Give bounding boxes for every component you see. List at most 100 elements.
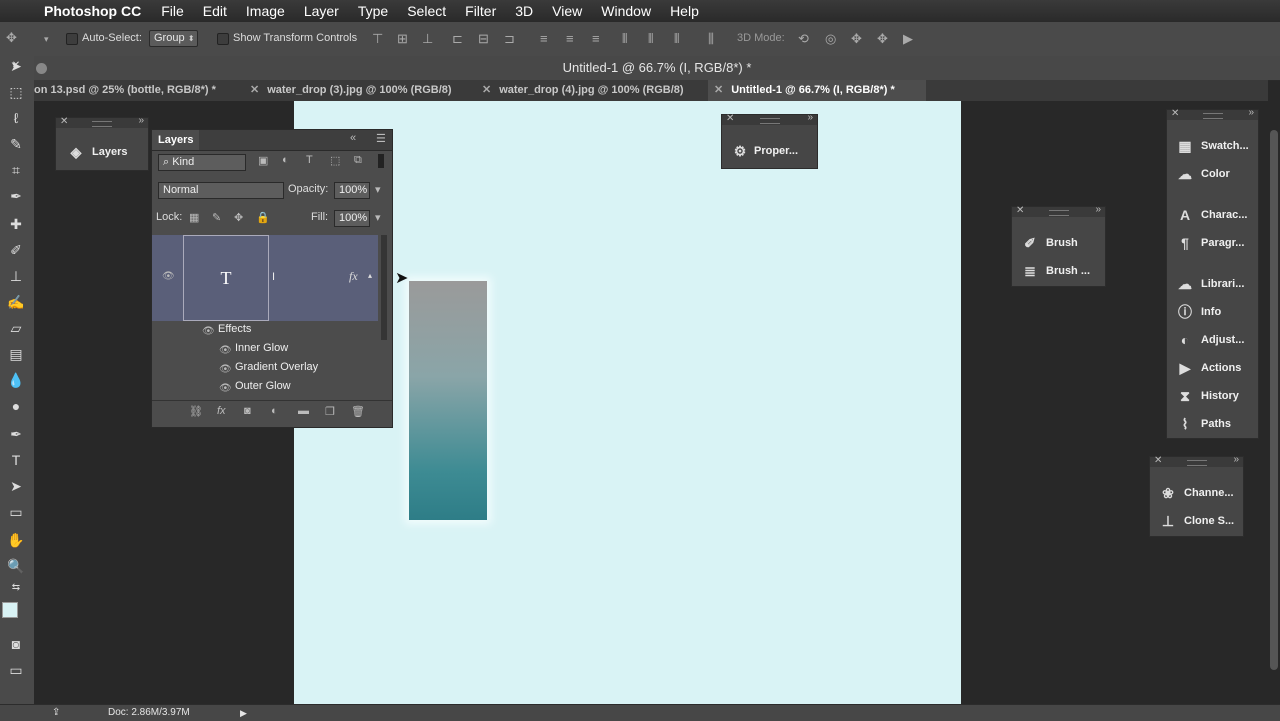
outer-glow-eye-icon[interactable]: 👁 bbox=[219, 383, 232, 394]
character-button[interactable]: A Charac... bbox=[1167, 201, 1248, 229]
align-vcenter-icon[interactable]: ⊞ bbox=[397, 32, 408, 46]
filter-kind-dropdown[interactable]: ⌕ Kind bbox=[158, 154, 246, 171]
3d-orbit-icon[interactable]: ⟲ bbox=[798, 32, 809, 46]
show-transform-checkbox[interactable] bbox=[217, 33, 229, 45]
color-button[interactable]: ☁ Color bbox=[1167, 160, 1230, 188]
hand-tool-icon[interactable]: ✋ bbox=[5, 530, 27, 550]
align-top-icon[interactable]: ⊤ bbox=[372, 32, 383, 46]
link-layers-icon[interactable]: ⛓ bbox=[189, 405, 203, 418]
new-layer-icon[interactable]: ❐ bbox=[325, 405, 335, 418]
3d-pan-icon[interactable]: ✥ bbox=[851, 32, 862, 46]
effects-visibility-eye-icon[interactable]: 👁 bbox=[202, 326, 215, 337]
properties-button[interactable]: ⚙ Proper... bbox=[722, 137, 798, 165]
path-select-tool-icon[interactable]: ➤ bbox=[5, 476, 27, 496]
info-button[interactable]: ⓘ Info bbox=[1167, 298, 1221, 326]
preset-dropdown-arrow-icon[interactable]: ▾ bbox=[44, 32, 49, 46]
layers-panel-tab[interactable]: Layers bbox=[152, 130, 200, 150]
menu-filter[interactable]: Filter bbox=[465, 3, 496, 19]
distribute-hcenter-icon[interactable]: ⫴ bbox=[648, 32, 653, 46]
menu-view[interactable]: View bbox=[552, 3, 582, 19]
effect-outer-glow[interactable]: Outer Glow bbox=[235, 380, 291, 392]
panel-close-icon[interactable]: ✕ bbox=[60, 116, 68, 127]
panel-expand-icon[interactable]: » bbox=[138, 115, 144, 126]
menu-app-name[interactable]: Photoshop CC bbox=[44, 3, 141, 19]
auto-select-checkbox[interactable] bbox=[66, 33, 78, 45]
align-left-icon[interactable]: ⊏ bbox=[452, 32, 463, 46]
status-menu-arrow-icon[interactable]: ▶ bbox=[240, 705, 247, 721]
history-brush-tool-icon[interactable]: ✍ bbox=[5, 292, 27, 312]
panel-expand-icon[interactable]: » bbox=[1095, 204, 1101, 215]
3d-scale-icon[interactable]: ▶ bbox=[903, 32, 913, 46]
healing-brush-tool-icon[interactable]: ✚ bbox=[5, 214, 27, 234]
eraser-tool-icon[interactable]: ▱ bbox=[5, 318, 27, 338]
filter-type-icon[interactable]: T bbox=[306, 154, 313, 166]
gradient-overlay-eye-icon[interactable]: 👁 bbox=[219, 364, 232, 375]
layers-scrollbar[interactable] bbox=[381, 235, 387, 340]
menu-layer[interactable]: Layer bbox=[304, 3, 339, 19]
shape-tool-icon[interactable]: ▭ bbox=[5, 502, 27, 522]
screen-mode-icon[interactable]: ▭ bbox=[5, 660, 27, 680]
history-button[interactable]: ⧗ History bbox=[1167, 382, 1239, 410]
lock-pixels-icon[interactable]: ✎ bbox=[212, 211, 221, 224]
menu-help[interactable]: Help bbox=[670, 3, 699, 19]
auto-align-icon[interactable]: ⫼ bbox=[708, 32, 714, 46]
panel-close-icon[interactable]: ✕ bbox=[1154, 455, 1162, 466]
swatches-button[interactable]: ▦ Swatch... bbox=[1167, 132, 1248, 160]
tab-close-icon[interactable]: ✕ bbox=[482, 84, 491, 96]
menu-file[interactable]: File bbox=[161, 3, 184, 19]
blur-tool-icon[interactable]: 💧 bbox=[5, 370, 27, 390]
layer-row[interactable]: 👁 T I fx ▴ bbox=[152, 235, 378, 321]
effect-inner-glow[interactable]: Inner Glow bbox=[235, 342, 288, 354]
panel-expand-icon[interactable]: » bbox=[807, 112, 813, 123]
tab-close-icon[interactable]: ✕ bbox=[714, 84, 723, 96]
swap-colors-icon[interactable]: ⇆ bbox=[5, 578, 27, 598]
channels-button[interactable]: ❀ Channe... bbox=[1150, 479, 1233, 507]
move-tool-icon[interactable]: ➤ bbox=[5, 56, 27, 76]
filter-toggle-switch[interactable] bbox=[378, 154, 384, 168]
lasso-tool-icon[interactable]: ℓ bbox=[5, 108, 27, 128]
brush-tool-icon[interactable]: ✐ bbox=[5, 240, 27, 260]
lock-transparency-icon[interactable]: ▦ bbox=[189, 211, 199, 224]
brush-presets-button[interactable]: ≣ Brush ... bbox=[1012, 257, 1090, 285]
menu-window[interactable]: Window bbox=[601, 3, 651, 19]
menu-image[interactable]: Image bbox=[246, 3, 285, 19]
tab-water-drop-3[interactable]: ✕ water_drop (3).jpg @ 100% (RGB/8) bbox=[250, 80, 476, 101]
3d-roll-icon[interactable]: ◎ bbox=[825, 32, 836, 46]
add-style-icon[interactable]: fx bbox=[217, 405, 226, 417]
tab-untitled-1[interactable]: ✕ Untitled-1 @ 66.7% (I, RGB/8*) * bbox=[708, 80, 926, 101]
panel-close-icon[interactable]: ✕ bbox=[1171, 108, 1179, 119]
adjustments-button[interactable]: ◐ Adjust... bbox=[1167, 326, 1245, 354]
new-group-icon[interactable]: ▬ bbox=[298, 405, 309, 417]
distribute-top-icon[interactable]: ≡ bbox=[540, 32, 548, 46]
paragraph-button[interactable]: ¶ Paragr... bbox=[1167, 229, 1244, 257]
align-bottom-icon[interactable]: ⊥ bbox=[422, 32, 433, 46]
blend-mode-dropdown[interactable]: Normal bbox=[158, 182, 284, 199]
pen-tool-icon[interactable]: ✒ bbox=[5, 424, 27, 444]
fill-slider-arrow-icon[interactable]: ▾ bbox=[375, 211, 381, 224]
tab-water-drop-4[interactable]: ✕ water_drop (4).jpg @ 100% (RGB/8) bbox=[482, 80, 706, 101]
tab-bottle-psd[interactable]: on 13.psd @ 25% (bottle, RGB/8*) * bbox=[34, 80, 249, 101]
new-adjustment-icon[interactable]: ◐ bbox=[271, 405, 278, 417]
zoom-tool-icon[interactable]: 🔍 bbox=[5, 556, 27, 576]
doc-size-info[interactable]: Doc: 2.86M/3.97M bbox=[108, 705, 190, 721]
panel-expand-icon[interactable]: » bbox=[1233, 454, 1239, 465]
distribute-vcenter-icon[interactable]: ≡ bbox=[566, 32, 574, 46]
marquee-tool-icon[interactable]: ⬚ bbox=[5, 82, 27, 102]
filter-pixel-icon[interactable]: ▣ bbox=[258, 154, 268, 167]
3d-slide-icon[interactable]: ✥ bbox=[877, 32, 888, 46]
filter-adjustment-icon[interactable]: ◐ bbox=[282, 154, 289, 166]
effect-gradient-overlay[interactable]: Gradient Overlay bbox=[235, 361, 318, 373]
actions-button[interactable]: ▶ Actions bbox=[1167, 354, 1242, 382]
clone-source-button[interactable]: ⊥ Clone S... bbox=[1150, 507, 1234, 535]
lock-position-icon[interactable]: ✥ bbox=[234, 211, 243, 224]
window-close-icon[interactable] bbox=[36, 63, 47, 74]
panel-close-icon[interactable]: ✕ bbox=[726, 113, 734, 124]
opacity-slider-arrow-icon[interactable]: ▾ bbox=[375, 183, 381, 196]
panel-collapse-icon[interactable]: « bbox=[350, 132, 356, 144]
layer-visibility-eye-icon[interactable]: 👁 bbox=[162, 271, 175, 282]
panel-expand-icon[interactable]: » bbox=[1248, 107, 1254, 118]
foreground-color-swatch[interactable] bbox=[2, 602, 18, 618]
expand-effects-icon[interactable]: ▴ bbox=[368, 271, 372, 280]
lock-all-icon[interactable]: 🔒 bbox=[256, 211, 270, 224]
brush-panel-button[interactable]: ✐ Brush bbox=[1012, 229, 1078, 257]
